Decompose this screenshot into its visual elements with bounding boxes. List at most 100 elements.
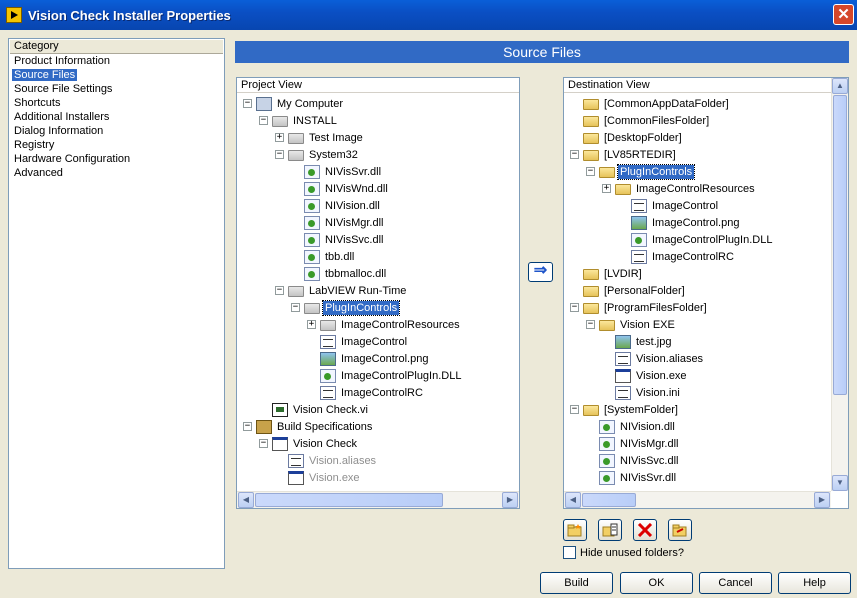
collapse-icon[interactable]: −	[570, 303, 579, 312]
category-item[interactable]: Product Information	[9, 54, 224, 68]
tree-item[interactable]: − [ProgramFilesFolder]	[570, 299, 709, 316]
collapse-icon[interactable]: −	[291, 303, 300, 312]
tree-item[interactable]: tbbmalloc.dll	[291, 265, 388, 282]
tree-item[interactable]: ImageControl.png	[618, 214, 741, 231]
scroll-thumb[interactable]	[255, 493, 443, 507]
category-item[interactable]: Registry	[9, 138, 224, 152]
help-button[interactable]: Help	[778, 572, 851, 594]
tree-item[interactable]: NIVisWnd.dll	[291, 180, 390, 197]
tree-item[interactable]: + ImageControlResources	[307, 316, 462, 333]
tree-item[interactable]: NIVision.dll	[291, 197, 382, 214]
collapse-icon[interactable]: −	[275, 150, 284, 159]
cancel-button[interactable]: Cancel	[699, 572, 772, 594]
tree-item[interactable]: NIVision.dll	[586, 418, 677, 435]
tree-item[interactable]: − Vision Check	[259, 435, 359, 452]
collapse-icon[interactable]: −	[586, 320, 595, 329]
tree-item[interactable]: NIVisSvc.dll	[586, 452, 680, 469]
tree-item[interactable]: tbb.dll	[291, 248, 356, 265]
collapse-icon[interactable]: −	[570, 150, 579, 159]
category-item[interactable]: Additional Installers	[9, 110, 224, 124]
tree-item[interactable]: − System32	[275, 146, 360, 163]
collapse-icon[interactable]: −	[259, 116, 268, 125]
scroll-thumb[interactable]	[833, 95, 847, 395]
tree-item[interactable]: [CommonAppDataFolder]	[570, 95, 731, 112]
delete-button[interactable]	[633, 519, 657, 541]
category-item[interactable]: Source Files	[9, 68, 224, 82]
tree-item[interactable]: Vision.aliases	[275, 452, 378, 469]
destination-vertical-scrollbar[interactable]: ▲ ▼	[831, 78, 848, 491]
tree-item[interactable]: [DesktopFolder]	[570, 129, 684, 146]
scroll-thumb[interactable]	[582, 493, 636, 507]
ok-button[interactable]: OK	[620, 572, 693, 594]
destination-horizontal-scrollbar[interactable]: ◀ ▶	[564, 491, 831, 508]
tree-item[interactable]: Vision Check.vi	[259, 401, 370, 418]
tree-item[interactable]: ImageControl	[307, 333, 409, 350]
folder-properties-button[interactable]	[598, 519, 622, 541]
project-view-tree[interactable]: Project View − My Computer − INSTALL + Test I…	[236, 77, 520, 509]
category-list[interactable]: Category Product Information Source Files…	[8, 38, 225, 569]
rename-folder-button[interactable]	[668, 519, 692, 541]
scroll-left-button[interactable]: ◀	[238, 492, 254, 508]
tree-item[interactable]: NIVisSvc.dll	[291, 231, 385, 248]
tree-item[interactable]: + Test Image	[275, 129, 365, 146]
tree-item[interactable]: NIVisMgr.dll	[291, 214, 385, 231]
collapse-icon[interactable]: −	[570, 405, 579, 414]
tree-item[interactable]: ImageControlRC	[307, 384, 425, 401]
tree-item[interactable]: Vision.ini	[602, 384, 682, 401]
tree-item[interactable]: − Vision EXE	[586, 316, 677, 333]
tree-item[interactable]: Vision.exe	[602, 367, 689, 384]
add-folder-button[interactable]	[563, 519, 587, 541]
tree-item[interactable]: − [SystemFolder]	[570, 401, 680, 418]
tree-item[interactable]: − PlugInControls	[586, 163, 696, 180]
build-button[interactable]: Build	[540, 572, 613, 594]
close-button[interactable]: ✕	[833, 4, 854, 25]
tree-item[interactable]: Vision.exe	[275, 469, 362, 486]
category-item[interactable]: Dialog Information	[9, 124, 224, 138]
project-horizontal-scrollbar[interactable]: ◀ ▶	[237, 491, 519, 508]
tree-item[interactable]: − My Computer	[243, 95, 345, 112]
tree-item[interactable]: ImageControlPlugIn.DLL	[618, 231, 774, 248]
scroll-down-button[interactable]: ▼	[832, 475, 848, 491]
tree-item[interactable]: NIVisSvr.dll	[586, 469, 678, 486]
collapse-icon[interactable]: −	[259, 439, 268, 448]
tree-item[interactable]: ImageControl	[618, 197, 720, 214]
collapse-icon[interactable]: −	[586, 167, 595, 176]
collapse-icon[interactable]: −	[243, 99, 252, 108]
scroll-left-button[interactable]: ◀	[565, 492, 581, 508]
tree-item[interactable]: − PlugInControls	[291, 299, 401, 316]
tree-item[interactable]: NIVisSvr.dll	[291, 163, 383, 180]
tree-item[interactable]: [LVDIR]	[570, 265, 644, 282]
tree-item[interactable]: [CommonFilesFolder]	[570, 112, 711, 129]
category-item[interactable]: Source File Settings	[9, 82, 224, 96]
expand-icon[interactable]: +	[602, 184, 611, 193]
move-to-destination-button[interactable]: ⇒	[528, 262, 553, 282]
tree-item[interactable]: ImageControl.png	[307, 350, 430, 367]
tree-item[interactable]: [PersonalFolder]	[570, 282, 687, 299]
collapse-icon[interactable]: −	[275, 286, 284, 295]
hide-unused-checkbox[interactable]	[563, 546, 576, 559]
tree-item[interactable]: ImageControlRC	[618, 248, 736, 265]
tree-item[interactable]: + ImageControlResources	[602, 180, 757, 197]
expand-icon[interactable]: +	[307, 320, 316, 329]
tree-item[interactable]: NIVisMgr.dll	[586, 435, 680, 452]
destination-view-tree[interactable]: Destination View [CommonAppDataFolder] [C…	[563, 77, 849, 509]
tree-item[interactable]: − [LV85RTEDIR]	[570, 146, 678, 163]
category-item-label: Hardware Configuration	[14, 153, 131, 165]
category-item[interactable]: Shortcuts	[9, 96, 224, 110]
tree-item[interactable]: − Build Specifications	[243, 418, 374, 435]
destination-view-header: Destination View	[564, 78, 848, 93]
expand-icon[interactable]: +	[275, 133, 284, 142]
category-item[interactable]: Advanced	[9, 166, 224, 180]
scroll-right-button[interactable]: ▶	[502, 492, 518, 508]
hide-unused-folders-row[interactable]: Hide unused folders?	[563, 546, 684, 559]
tree-item[interactable]: Vision.aliases	[602, 350, 705, 367]
collapse-icon[interactable]: −	[243, 422, 252, 431]
scroll-up-button[interactable]: ▲	[832, 78, 848, 94]
scroll-right-button[interactable]: ▶	[814, 492, 830, 508]
tree-item[interactable]: − LabVIEW Run-Time	[275, 282, 408, 299]
tree-item[interactable]: ImageControlPlugIn.DLL	[307, 367, 463, 384]
tree-item[interactable]: − INSTALL	[259, 112, 339, 129]
dll-icon	[599, 436, 615, 451]
tree-item[interactable]: test.jpg	[602, 333, 673, 350]
category-item[interactable]: Hardware Configuration	[9, 152, 224, 166]
